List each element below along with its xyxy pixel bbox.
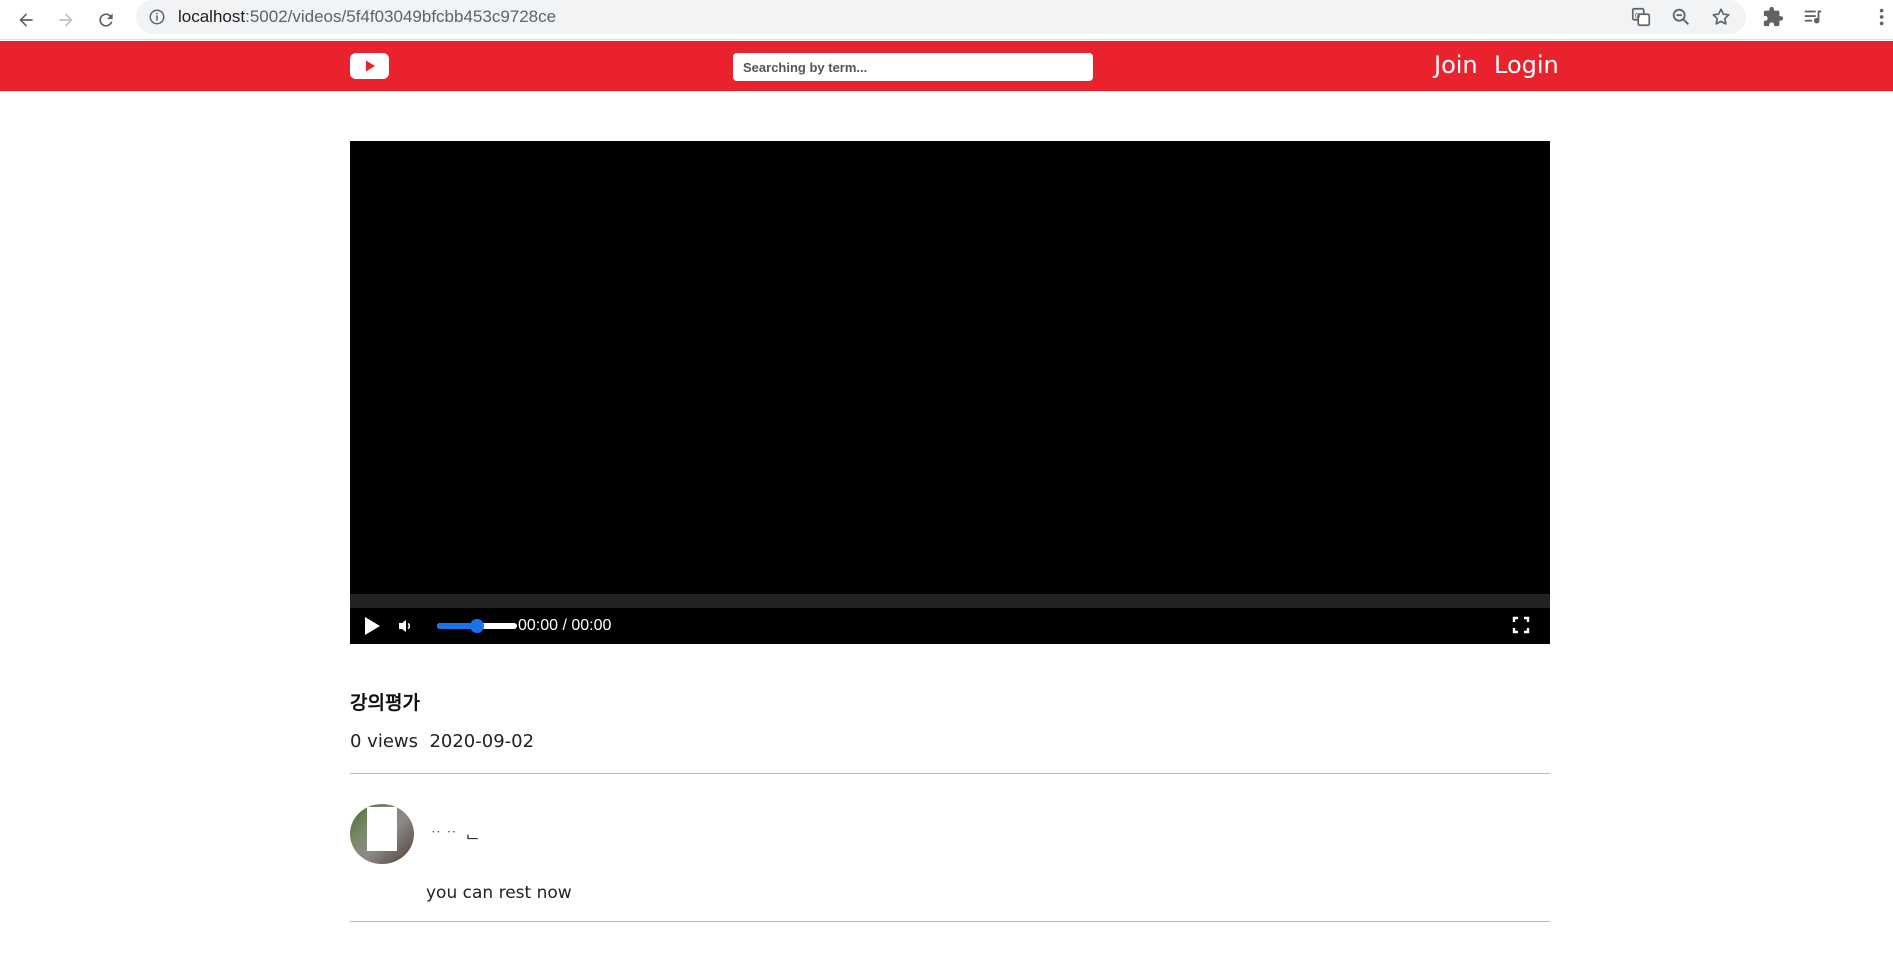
time-display: 00:00 / 00:00 <box>518 617 612 634</box>
divider <box>350 773 1550 774</box>
player-controls: 00:00 / 00:00 <box>350 608 1550 644</box>
join-link[interactable]: Join <box>1434 51 1478 79</box>
site-header: Join Login <box>0 41 1893 91</box>
translate-icon[interactable]: G <box>1630 6 1652 28</box>
arrow-right-icon <box>59 13 73 27</box>
info-icon[interactable] <box>148 8 166 26</box>
mute-button[interactable] <box>398 618 414 634</box>
kebab-menu-icon[interactable] <box>1878 6 1893 28</box>
reload-button[interactable] <box>90 4 122 36</box>
back-button[interactable] <box>10 4 42 36</box>
url-path: :5002/videos/5f4f03049bfcbb453c9728ce <box>245 7 557 26</box>
reload-icon <box>99 13 113 27</box>
play-button[interactable] <box>362 616 382 636</box>
volume-icon <box>399 620 411 632</box>
media-queue-icon[interactable] <box>1802 6 1824 28</box>
browser-toolbar: localhost:5002/videos/5f4f03049bfcbb453c… <box>0 0 1893 40</box>
forward-button[interactable] <box>50 4 82 36</box>
fullscreen-button[interactable] <box>1512 616 1530 634</box>
divider <box>350 921 1550 922</box>
search-input[interactable] <box>733 53 1093 81</box>
video-meta: 0 views 2020-09-02 <box>350 731 535 752</box>
comment-text: you can rest now <box>426 883 572 903</box>
svg-text:G: G <box>1635 11 1641 20</box>
avatar[interactable] <box>350 804 414 864</box>
url-host: localhost <box>178 7 246 26</box>
address-bar[interactable]: localhost:5002/videos/5f4f03049bfcbb453c… <box>136 0 1746 34</box>
avatar-blank <box>367 807 397 851</box>
fullscreen-icon <box>1512 616 1530 634</box>
volume-thumb[interactable] <box>470 619 484 633</box>
arrow-left-icon <box>19 13 33 27</box>
play-icon <box>365 617 380 635</box>
progress-track[interactable] <box>350 594 1550 608</box>
home-logo[interactable] <box>350 53 389 79</box>
video-player[interactable]: 00:00 / 00:00 <box>350 141 1550 644</box>
url-text: localhost:5002/videos/5f4f03049bfcbb453c… <box>178 7 556 27</box>
play-logo-icon <box>365 60 375 72</box>
video-title: 강의평가 <box>350 692 420 714</box>
extensions-icon[interactable] <box>1762 6 1784 28</box>
bookmark-star-icon[interactable] <box>1710 6 1732 28</box>
volume-slider[interactable] <box>437 619 517 633</box>
login-link[interactable]: Login <box>1494 51 1559 79</box>
zoom-out-icon[interactable] <box>1670 6 1692 28</box>
comment-author[interactable]: ᆢᆢ ᆫ <box>428 818 480 843</box>
